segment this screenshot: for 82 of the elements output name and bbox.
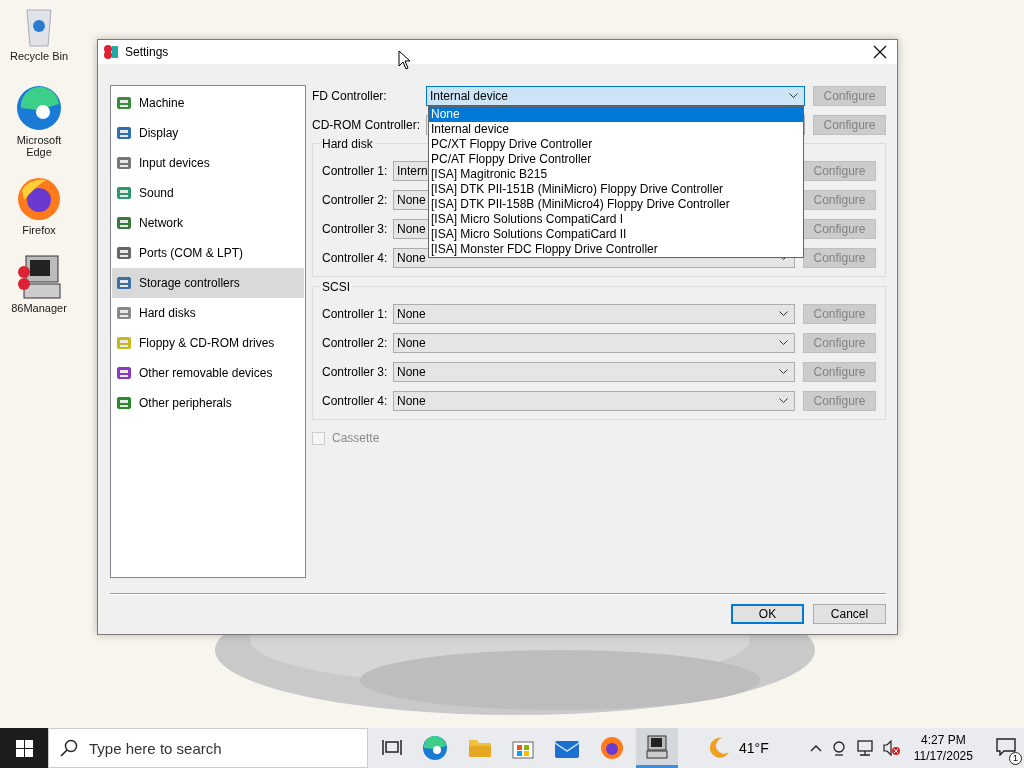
field-label: Controller 4: (322, 394, 389, 408)
board-icon (116, 395, 133, 411)
chip-icon (116, 95, 133, 111)
database-icon (116, 275, 133, 291)
firefox-icon[interactable] (600, 736, 624, 760)
desktop-icon-label[interactable]: Recycle Bin (5, 50, 73, 62)
task-view-icon[interactable] (382, 739, 402, 757)
group-title: SCSI (320, 280, 352, 294)
category-item[interactable]: Other removable devices (112, 358, 304, 388)
category-item[interactable]: Display (112, 118, 304, 148)
ok-button[interactable]: OK (731, 604, 804, 624)
clock-time: 4:27 PM (920, 732, 966, 748)
port-icon (116, 245, 133, 261)
edge-icon[interactable] (15, 84, 63, 132)
dropdown-option[interactable]: None (429, 107, 803, 122)
chevron-icon (779, 311, 788, 317)
controller-dropdown[interactable]: None (393, 391, 795, 411)
fd-controller-dropdown[interactable]: Internal device (426, 86, 805, 106)
checkbox-label: Cassette (332, 431, 380, 445)
edge-icon[interactable] (422, 735, 448, 761)
field-label: Controller 1: (322, 164, 389, 178)
field-label: Controller 3: (322, 365, 389, 379)
computer-icon[interactable] (16, 254, 62, 300)
computer-icon (645, 734, 669, 759)
desktop-icon-label[interactable]: Firefox (5, 224, 73, 236)
muted-speaker-icon[interactable] (882, 740, 901, 756)
category-item[interactable]: Sound (112, 178, 304, 208)
dropdown-option[interactable]: [ISA] Magitronic B215 (429, 167, 803, 182)
dropdown-option[interactable]: [ISA] DTK PII-151B (MiniMicro) Floppy Drive Controller (429, 182, 803, 197)
category-item[interactable]: Input devices (112, 148, 304, 178)
chevron-icon (789, 93, 798, 99)
dropdown-option[interactable]: PC/XT Floppy Drive Controller (429, 137, 803, 152)
start-button[interactable] (0, 728, 48, 768)
network-icon[interactable] (855, 740, 874, 756)
drive-icon (116, 305, 133, 321)
field-label: Controller 3: (322, 222, 389, 236)
category-item[interactable]: Hard disks (112, 298, 304, 328)
mouse-icon (116, 155, 133, 171)
search-field[interactable]: Type here to search (48, 728, 368, 768)
field-label: Controller 4: (322, 251, 389, 265)
category-item[interactable]: Other peripherals (112, 388, 304, 418)
desktop-icon-label[interactable]: 86Manager (5, 302, 73, 314)
taskbar-app-button[interactable] (636, 728, 678, 768)
monitor-icon (116, 125, 133, 141)
windows-icon (15, 739, 33, 757)
category-item[interactable]: Network (112, 208, 304, 238)
field-label: Controller 1: (322, 307, 389, 321)
dropdown-option[interactable]: [ISA] DTK PII-158B (MiniMicro4) Floppy Drive Controller (429, 197, 803, 212)
category-item[interactable]: Ports (COM & LPT) (112, 238, 304, 268)
group-title: Hard disk (320, 137, 375, 151)
firefox-icon[interactable] (16, 176, 62, 222)
window-title: Settings (125, 45, 170, 59)
app-icon (103, 44, 119, 60)
chevron-icon (779, 340, 788, 346)
field-label: CD-ROM Controller: (312, 118, 421, 132)
network-icon (116, 215, 133, 231)
clock[interactable]: 4:27 PM 11/17/2025 (913, 732, 973, 764)
temperature[interactable]: 41°F (739, 740, 769, 756)
category-item[interactable]: Storage controllers (112, 268, 304, 298)
dropdown-option[interactable]: PC/AT Floppy Drive Controller (429, 152, 803, 167)
desktop-icon-label[interactable]: Microsoft Edge (5, 134, 73, 158)
chevron-up-icon[interactable] (809, 744, 822, 752)
field-label: Controller 2: (322, 336, 389, 350)
clock-date: 11/17/2025 (913, 748, 973, 764)
cancel-button[interactable]: Cancel (813, 604, 886, 624)
field-label: Controller 2: (322, 193, 389, 207)
dropdown-option[interactable]: [ISA] Micro Solutions CompatiCard I (429, 212, 803, 227)
controller-dropdown[interactable]: None (393, 362, 795, 382)
dropdown-option[interactable]: [ISA] Micro Solutions CompatiCard II (429, 227, 803, 242)
speaker-icon (116, 185, 133, 201)
controller-dropdown[interactable]: None (393, 304, 795, 324)
notification-icon[interactable] (995, 737, 1016, 756)
notification-badge: 1 (1008, 751, 1022, 765)
search-icon (60, 739, 78, 757)
chevron-icon (779, 398, 788, 404)
webcam-icon[interactable] (830, 740, 847, 756)
category-item[interactable]: Floppy & CD-ROM drives (112, 328, 304, 358)
field-label: FD Controller: (312, 89, 388, 103)
chevron-icon (779, 369, 788, 375)
controller-dropdown[interactable]: None (393, 333, 795, 353)
category-item[interactable]: Machine (112, 88, 304, 118)
close-icon[interactable] (873, 45, 887, 59)
